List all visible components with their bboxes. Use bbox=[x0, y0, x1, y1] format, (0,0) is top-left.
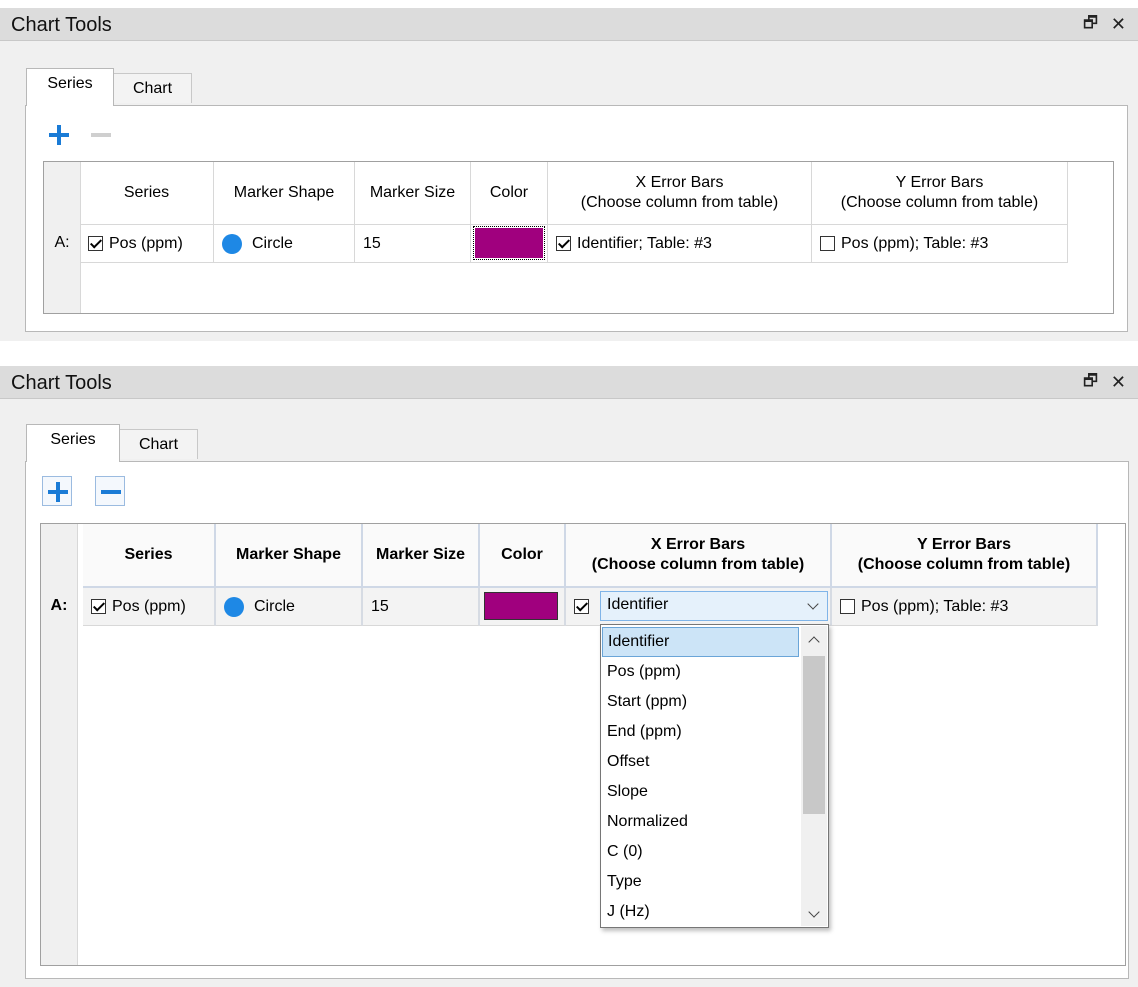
header-marker-shape: Marker Shape bbox=[214, 162, 355, 225]
close-icon[interactable]: ✕ bbox=[1111, 372, 1126, 392]
panel-title: Chart Tools bbox=[11, 14, 112, 36]
restore-icon[interactable]: 🗗 bbox=[1083, 14, 1098, 34]
circle-marker-icon bbox=[224, 596, 244, 617]
chevron-down-icon bbox=[807, 598, 819, 610]
header-marker-size: Marker Size bbox=[363, 524, 480, 588]
header-color: Color bbox=[480, 524, 566, 588]
color-swatch[interactable] bbox=[484, 592, 558, 620]
y-error-checkbox[interactable] bbox=[820, 236, 835, 251]
color-swatch[interactable] bbox=[473, 226, 545, 260]
remove-series-button bbox=[86, 120, 116, 150]
cell-marker-size[interactable]: 15 bbox=[355, 225, 471, 263]
cell-color[interactable] bbox=[471, 225, 548, 263]
header-series: Series bbox=[80, 162, 214, 225]
x-error-combobox[interactable]: Identifier bbox=[600, 591, 828, 621]
row-label: A: bbox=[50, 597, 68, 614]
dropdown-scrollbar[interactable] bbox=[801, 626, 827, 926]
header-y-error-bars: Y Error Bars (Choose column from table) bbox=[812, 162, 1068, 225]
tab-series[interactable]: Series bbox=[26, 68, 114, 106]
tab-chart[interactable]: Chart bbox=[113, 73, 192, 103]
cell-x-error-bars[interactable]: Identifier bbox=[566, 588, 832, 626]
header-color: Color bbox=[471, 162, 548, 225]
row-label: A: bbox=[54, 234, 70, 251]
cell-color[interactable] bbox=[480, 588, 566, 626]
dropdown-option[interactable]: C (0) bbox=[602, 837, 799, 867]
scroll-up-icon[interactable] bbox=[808, 636, 820, 648]
header-x-error-bars: X Error Bars (Choose column from table) bbox=[566, 524, 832, 588]
panel-title: Chart Tools bbox=[11, 372, 112, 394]
tab-content: Series Marker Shape Marker Size Color X … bbox=[25, 105, 1128, 332]
cell-marker-shape[interactable]: Circle bbox=[214, 225, 355, 263]
dropdown-option[interactable]: Pos (ppm) bbox=[602, 657, 799, 687]
cell-marker-shape[interactable]: Circle bbox=[216, 588, 363, 626]
header-series: Series bbox=[83, 524, 216, 588]
remove-series-button[interactable] bbox=[95, 476, 125, 506]
header-marker-shape: Marker Shape bbox=[216, 524, 363, 588]
marker-shape-value: Circle bbox=[254, 597, 295, 615]
dropdown-option[interactable]: Normalized bbox=[602, 807, 799, 837]
tab-chart[interactable]: Chart bbox=[119, 429, 198, 459]
combobox-value: Identifier bbox=[607, 596, 669, 613]
tab-series[interactable]: Series bbox=[26, 424, 120, 462]
series-name: Pos (ppm) bbox=[112, 597, 186, 615]
dropdown-option[interactable]: Offset bbox=[602, 747, 799, 777]
x-error-dropdown-list[interactable]: Identifier Pos (ppm) Start (ppm) End (pp… bbox=[600, 624, 829, 928]
series-checkbox[interactable] bbox=[88, 236, 103, 251]
dropdown-option[interactable]: Type bbox=[602, 867, 799, 897]
dropdown-option[interactable]: Slope bbox=[602, 777, 799, 807]
circle-marker-icon bbox=[222, 233, 242, 254]
chart-tools-panel-bottom: Chart Tools 🗗 ✕ Series Chart Series Mark… bbox=[0, 366, 1138, 987]
cell-y-error-bars[interactable]: Pos (ppm); Table: #3 bbox=[832, 588, 1098, 626]
y-error-value: Pos (ppm); Table: #3 bbox=[861, 597, 1009, 615]
series-grid: Series Marker Shape Marker Size Color X … bbox=[40, 523, 1126, 966]
chart-tools-panel-top: Chart Tools 🗗 ✕ Series Chart Series Mark… bbox=[0, 8, 1138, 341]
marker-shape-value: Circle bbox=[252, 234, 293, 252]
y-error-value: Pos (ppm); Table: #3 bbox=[841, 234, 989, 252]
panel-titlebar: Chart Tools 🗗 ✕ bbox=[0, 8, 1138, 41]
marker-size-value: 15 bbox=[363, 234, 381, 252]
scroll-down-icon[interactable] bbox=[808, 906, 820, 918]
panel-titlebar: Chart Tools 🗗 ✕ bbox=[0, 366, 1138, 399]
cell-series[interactable]: Pos (ppm) bbox=[80, 225, 214, 263]
dropdown-option[interactable]: End (ppm) bbox=[602, 717, 799, 747]
x-error-checkbox[interactable] bbox=[556, 236, 571, 251]
cell-x-error-bars[interactable]: Identifier; Table: #3 bbox=[548, 225, 812, 263]
scrollbar-thumb[interactable] bbox=[803, 656, 825, 814]
dropdown-option[interactable]: J (Hz) bbox=[602, 897, 799, 927]
row-header-column bbox=[41, 524, 78, 965]
header-marker-size: Marker Size bbox=[355, 162, 471, 225]
cell-marker-size[interactable]: 15 bbox=[363, 588, 480, 626]
series-name: Pos (ppm) bbox=[109, 234, 183, 252]
cell-series[interactable]: Pos (ppm) bbox=[83, 588, 216, 626]
header-x-error-bars: X Error Bars (Choose column from table) bbox=[548, 162, 812, 225]
cell-y-error-bars[interactable]: Pos (ppm); Table: #3 bbox=[812, 225, 1068, 263]
dropdown-option[interactable]: Start (ppm) bbox=[602, 687, 799, 717]
header-y-error-bars: Y Error Bars (Choose column from table) bbox=[832, 524, 1098, 588]
restore-icon[interactable]: 🗗 bbox=[1083, 372, 1098, 392]
add-series-button[interactable] bbox=[42, 476, 72, 506]
y-error-checkbox[interactable] bbox=[840, 599, 855, 614]
tab-content: Series Marker Shape Marker Size Color X … bbox=[25, 461, 1129, 979]
add-series-button[interactable] bbox=[44, 120, 74, 150]
series-grid: Series Marker Shape Marker Size Color X … bbox=[43, 161, 1114, 314]
dropdown-option[interactable]: Identifier bbox=[602, 627, 799, 657]
x-error-value: Identifier; Table: #3 bbox=[577, 234, 712, 252]
close-icon[interactable]: ✕ bbox=[1111, 14, 1126, 34]
series-checkbox[interactable] bbox=[91, 599, 106, 614]
marker-size-value: 15 bbox=[371, 597, 389, 615]
x-error-checkbox[interactable] bbox=[574, 599, 589, 614]
